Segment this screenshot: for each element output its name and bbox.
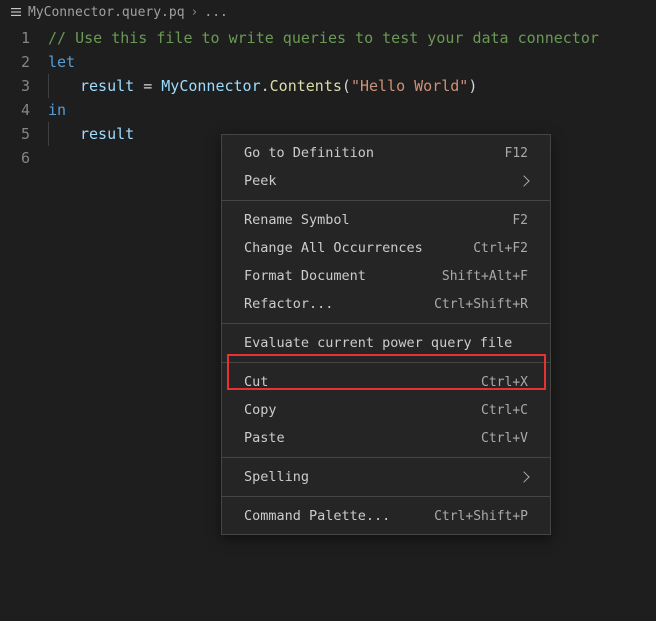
- menu-label: Cut: [244, 374, 268, 390]
- menu-label: Peek: [244, 173, 277, 189]
- code-token: .: [261, 77, 270, 95]
- line-number: 3: [0, 74, 30, 98]
- menu-label: Refactor...: [244, 296, 333, 312]
- line-number-gutter: 1 2 3 4 5 6: [0, 26, 48, 170]
- menu-shortcut: Ctrl+F2: [473, 241, 528, 256]
- menu-item-format-document[interactable]: Format Document Shift+Alt+F: [222, 262, 550, 290]
- menu-item-cut[interactable]: Cut Ctrl+X: [222, 368, 550, 396]
- chevron-right-icon: [518, 175, 529, 186]
- menu-shortcut: F12: [505, 146, 528, 161]
- breadcrumb-file[interactable]: MyConnector.query.pq: [28, 5, 185, 20]
- menu-separator: [222, 457, 550, 458]
- chevron-right-icon: [518, 471, 529, 482]
- menu-shortcut: Ctrl+V: [481, 431, 528, 446]
- line-number: 5: [0, 122, 30, 146]
- menu-label: Paste: [244, 430, 285, 446]
- menu-label: Rename Symbol: [244, 212, 350, 228]
- menu-item-paste[interactable]: Paste Ctrl+V: [222, 424, 550, 452]
- menu-item-change-all[interactable]: Change All Occurrences Ctrl+F2: [222, 234, 550, 262]
- menu-item-evaluate-power-query[interactable]: Evaluate current power query file: [222, 329, 550, 357]
- code-token: let: [48, 53, 75, 71]
- code-token: (: [342, 77, 351, 95]
- menu-item-command-palette[interactable]: Command Palette... Ctrl+Shift+P: [222, 502, 550, 530]
- menu-label: Command Palette...: [244, 508, 390, 524]
- menu-label: Spelling: [244, 469, 309, 485]
- menu-shortcut: Ctrl+Shift+P: [434, 509, 528, 524]
- menu-shortcut: Shift+Alt+F: [442, 269, 528, 284]
- line-number: 2: [0, 50, 30, 74]
- code-token: // Use this file to write queries to tes…: [48, 29, 599, 47]
- chevron-right-icon: ›: [189, 5, 201, 20]
- menu-item-copy[interactable]: Copy Ctrl+C: [222, 396, 550, 424]
- menu-separator: [222, 362, 550, 363]
- file-icon: [8, 4, 24, 20]
- menu-item-peek[interactable]: Peek: [222, 167, 550, 195]
- menu-item-rename-symbol[interactable]: Rename Symbol F2: [222, 206, 550, 234]
- breadcrumb-tail[interactable]: ...: [204, 5, 227, 20]
- menu-shortcut: Ctrl+Shift+R: [434, 297, 528, 312]
- menu-label: Change All Occurrences: [244, 240, 423, 256]
- code-token: in: [48, 101, 66, 119]
- menu-label: Copy: [244, 402, 277, 418]
- menu-separator: [222, 200, 550, 201]
- code-token: result: [80, 77, 134, 95]
- menu-shortcut: Ctrl+X: [481, 375, 528, 390]
- code-token: =: [134, 77, 161, 95]
- code-token: Contents: [270, 77, 342, 95]
- menu-shortcut: F2: [512, 213, 528, 228]
- menu-label: Go to Definition: [244, 145, 374, 161]
- menu-label: Format Document: [244, 268, 366, 284]
- menu-item-spelling[interactable]: Spelling: [222, 463, 550, 491]
- code-token: ): [468, 77, 477, 95]
- line-number: 6: [0, 146, 30, 170]
- menu-separator: [222, 496, 550, 497]
- line-number: 1: [0, 26, 30, 50]
- menu-shortcut: Ctrl+C: [481, 403, 528, 418]
- menu-label: Evaluate current power query file: [244, 335, 512, 351]
- menu-item-refactor[interactable]: Refactor... Ctrl+Shift+R: [222, 290, 550, 318]
- line-number: 4: [0, 98, 30, 122]
- menu-separator: [222, 323, 550, 324]
- menu-item-goto-definition[interactable]: Go to Definition F12: [222, 139, 550, 167]
- code-token: "Hello World": [351, 77, 468, 95]
- breadcrumb[interactable]: MyConnector.query.pq › ...: [0, 0, 656, 24]
- code-token: MyConnector: [161, 77, 260, 95]
- code-token: result: [80, 125, 134, 143]
- context-menu: Go to Definition F12 Peek Rename Symbol …: [221, 134, 551, 535]
